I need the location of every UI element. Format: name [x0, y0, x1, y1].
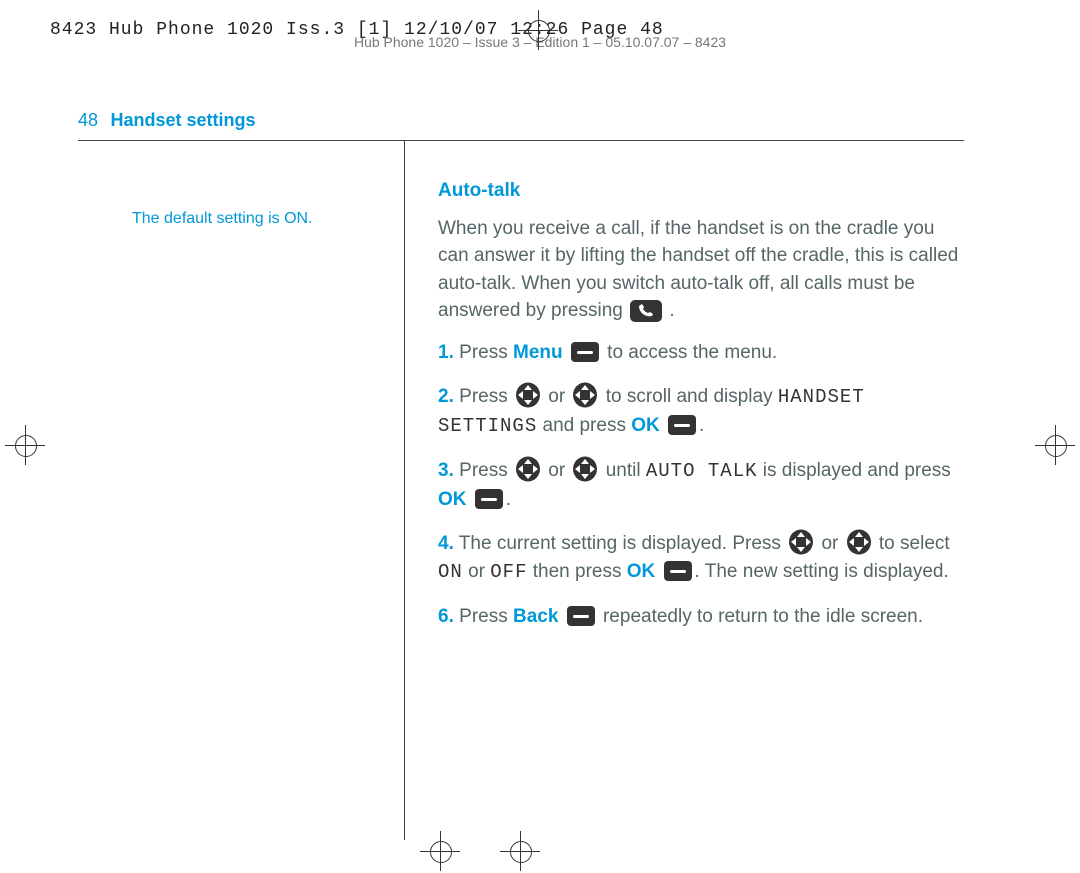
softkey-icon — [475, 489, 503, 509]
nav-key-icon — [846, 529, 872, 555]
nav-key-icon — [572, 456, 598, 482]
crop-mark-right — [1035, 425, 1075, 465]
step-6: 6. Press Back repeatedly to return to th… — [438, 603, 968, 631]
page: 8423 Hub Phone 1020 Iss.3 [1] 12/10/07 1… — [0, 0, 1080, 873]
step-4: 4. The current setting is displayed. Pre… — [438, 529, 968, 586]
nav-key-icon — [788, 529, 814, 555]
page-number: 48 — [78, 110, 98, 130]
step-1: 1. Press Menu to access the menu. — [438, 339, 968, 367]
horizontal-rule — [78, 140, 964, 141]
nav-key-icon — [515, 382, 541, 408]
softkey-icon — [664, 561, 692, 581]
step-2: 2. Press or to scroll and display HANDSE… — [438, 382, 968, 440]
crop-mark-top — [518, 10, 558, 50]
softkey-icon — [567, 606, 595, 626]
nav-key-icon — [572, 382, 598, 408]
crop-mark-bottom-a — [420, 831, 460, 871]
vertical-rule — [404, 140, 405, 840]
running-header: 48 Handset settings — [78, 110, 256, 131]
softkey-icon — [668, 415, 696, 435]
intro-paragraph: When you receive a call, if the handset … — [438, 215, 968, 325]
margin-note: The default setting is ON. — [132, 210, 382, 228]
section-title: Handset settings — [110, 110, 255, 130]
call-key-icon — [630, 300, 662, 322]
step-3: 3. Press or until AUTO TALK is displayed… — [438, 456, 968, 513]
subsection-heading: Auto-talk — [438, 177, 968, 205]
softkey-icon — [571, 342, 599, 362]
steps-list: 1. Press Menu to access the menu. 2. Pre… — [438, 339, 968, 630]
crop-mark-bottom-b — [500, 831, 540, 871]
body-column: Auto-talk When you receive a call, if th… — [438, 177, 968, 646]
nav-key-icon — [515, 456, 541, 482]
crop-mark-left — [5, 425, 45, 465]
